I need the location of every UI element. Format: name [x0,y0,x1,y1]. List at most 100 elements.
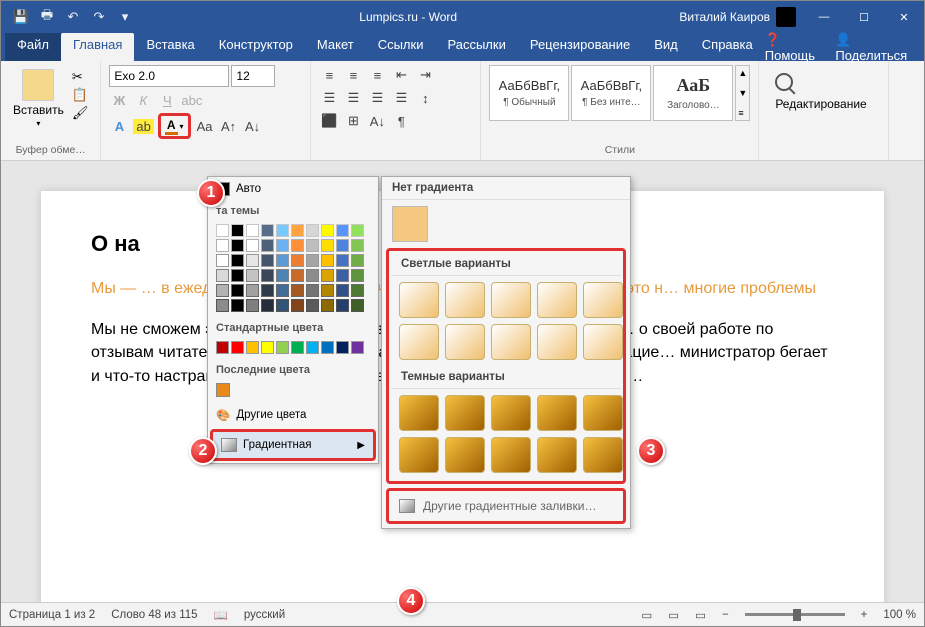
theme-color-swatch[interactable] [246,299,259,312]
styles-down-icon[interactable]: ▼ [738,88,747,98]
edit-button[interactable]: Редактирование [775,97,872,111]
page-status[interactable]: Страница 1 из 2 [9,609,95,621]
bold-button[interactable]: Ж [109,90,129,110]
tab-view[interactable]: Вид [642,33,690,61]
gradient-tile[interactable] [399,282,439,318]
styles-more-icon[interactable]: ≡ [738,108,747,118]
cut-icon[interactable]: ✂ [72,69,89,85]
gradient-tile[interactable] [399,437,439,473]
zoom-in-button[interactable]: + [861,609,868,621]
strikethrough-button[interactable]: abc [181,90,202,110]
theme-color-swatch[interactable] [246,254,259,267]
theme-color-swatch[interactable] [276,254,289,267]
theme-color-swatch[interactable] [321,269,334,282]
view-web-icon[interactable]: ▭ [695,608,706,622]
gradient-tile[interactable] [445,437,485,473]
theme-color-swatch[interactable] [336,239,349,252]
view-readmode-icon[interactable]: ▭ [641,608,652,622]
theme-color-swatch[interactable] [216,284,229,297]
paste-button[interactable]: Вставить ▾ [9,65,68,132]
user-area[interactable]: Виталий Каиров [671,7,804,27]
theme-color-swatch[interactable] [276,224,289,237]
theme-color-swatch[interactable] [231,239,244,252]
standard-color-swatch[interactable] [261,341,274,354]
align-center-button[interactable]: ☰ [343,88,363,108]
theme-color-swatch[interactable] [306,239,319,252]
char-shading-button[interactable]: Aa [195,116,215,136]
view-print-icon[interactable]: ▭ [668,608,679,622]
tab-design[interactable]: Конструктор [207,33,305,61]
zoom-slider[interactable] [745,613,845,616]
gradient-tile[interactable] [537,437,577,473]
styles-up-icon[interactable]: ▲ [738,68,747,78]
gradient-tile[interactable] [399,395,439,431]
theme-color-swatch[interactable] [321,254,334,267]
numbering-button[interactable]: ≡ [343,65,363,85]
save-icon[interactable]: 💾 [9,5,33,29]
gradient-tile[interactable] [583,395,623,431]
theme-color-swatch[interactable] [261,299,274,312]
standard-color-swatch[interactable] [246,341,259,354]
zoom-out-button[interactable]: − [722,609,729,621]
tab-layout[interactable]: Макет [305,33,366,61]
theme-color-swatch[interactable] [216,299,229,312]
theme-color-swatch[interactable] [306,299,319,312]
theme-color-swatch[interactable] [351,239,364,252]
minimize-icon[interactable]: — [804,1,844,33]
font-name-combo[interactable] [109,65,229,87]
theme-color-swatch[interactable] [336,254,349,267]
help-button[interactable]: ❓ Помощь [765,32,824,63]
theme-color-swatch[interactable] [291,269,304,282]
line-spacing-button[interactable]: ↕ [415,88,435,108]
style-heading[interactable]: АаБ Заголово… [653,65,733,121]
increase-indent-button[interactable]: ⇥ [415,65,435,85]
gradient-tile[interactable] [491,282,531,318]
gradient-tile[interactable] [583,282,623,318]
theme-color-swatch[interactable] [291,284,304,297]
theme-color-swatch[interactable] [246,224,259,237]
theme-color-swatch[interactable] [291,239,304,252]
theme-color-swatch[interactable] [291,299,304,312]
maximize-icon[interactable]: ☐ [844,1,884,33]
theme-color-swatch[interactable] [231,254,244,267]
style-normal[interactable]: АаБбВвГг, ¶ Обычный [489,65,569,121]
theme-color-swatch[interactable] [231,284,244,297]
multilevel-button[interactable]: ≡ [367,65,387,85]
style-no-spacing[interactable]: АаБбВвГг, ¶ Без инте… [571,65,651,121]
gradient-tile[interactable] [445,282,485,318]
underline-button[interactable]: Ч [157,90,177,110]
shrink-font-button[interactable]: A↓ [243,116,263,136]
theme-color-swatch[interactable] [336,269,349,282]
tab-mailings[interactable]: Рассылки [435,33,517,61]
gradient-tile[interactable] [399,324,439,360]
tab-home[interactable]: Главная [61,33,134,61]
theme-color-swatch[interactable] [351,254,364,267]
sort-button[interactable]: A↓ [367,111,387,131]
gradient-tile[interactable] [491,395,531,431]
theme-color-swatch[interactable] [216,239,229,252]
spellcheck-icon[interactable]: 📖 [214,608,228,622]
theme-color-swatch[interactable] [336,299,349,312]
standard-color-swatch[interactable] [231,341,244,354]
theme-color-swatch[interactable] [216,224,229,237]
tab-insert[interactable]: Вставка [134,33,206,61]
theme-color-swatch[interactable] [261,224,274,237]
theme-color-swatch[interactable] [306,254,319,267]
no-gradient-tile[interactable] [392,206,428,242]
standard-color-swatch[interactable] [351,341,364,354]
gradient-tile[interactable] [537,324,577,360]
tab-review[interactable]: Рецензирование [518,33,642,61]
close-icon[interactable]: ✕ [884,1,924,33]
theme-color-swatch[interactable] [351,224,364,237]
word-count[interactable]: Слово 48 из 115 [111,609,197,621]
qat-dropdown-icon[interactable]: ▾ [113,5,137,29]
show-marks-button[interactable]: ¶ [391,111,411,131]
undo-icon[interactable]: ↶ [61,5,85,29]
gradient-tile[interactable] [537,282,577,318]
standard-color-swatch[interactable] [216,341,229,354]
font-size-combo[interactable] [231,65,275,87]
format-painter-icon[interactable]: 🖌 [72,105,89,121]
theme-color-swatch[interactable] [231,299,244,312]
decrease-indent-button[interactable]: ⇤ [391,65,411,85]
gradient-tile[interactable] [537,395,577,431]
